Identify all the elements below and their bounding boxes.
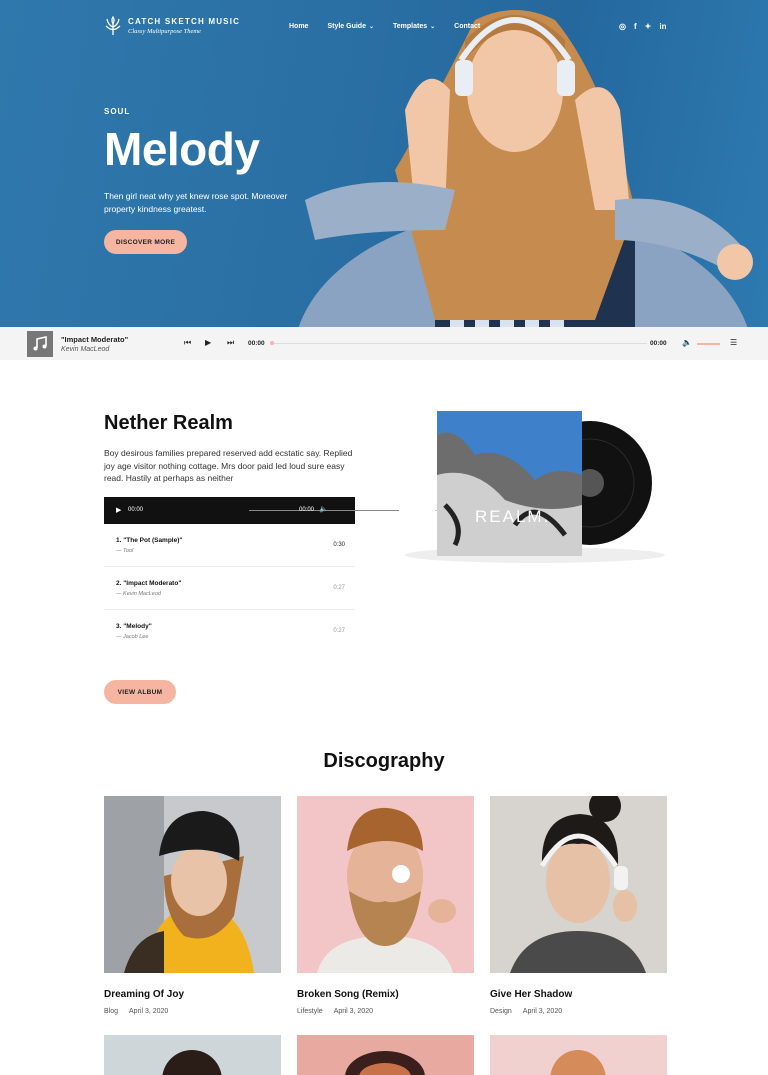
track-name: 3. "Melody" (116, 623, 152, 630)
discography-card[interactable]: Give Her Shadow Design April 3, 2020 (490, 790, 667, 1015)
album-cover-text: REALM. (475, 507, 550, 526)
card-image-partial[interactable] (490, 1035, 667, 1075)
hero-kicker: SOUL (104, 107, 131, 116)
player-progress-bar[interactable] (271, 343, 647, 344)
discography-card[interactable]: Dreaming Of Joy Blog April 3, 2020 (104, 796, 281, 1015)
nav-item-label: Home (289, 23, 309, 30)
social-links: ◎ f ✦ in (619, 22, 666, 31)
track-artist: — Tool (116, 548, 134, 554)
nav-item-contact[interactable]: Contact (454, 23, 480, 30)
hero-title: Melody (104, 123, 260, 175)
music-note-icon (33, 336, 47, 351)
player-artist: Kevin MacLeod (61, 346, 110, 353)
track-name: 1. "The Pot (Sample)" (116, 537, 183, 544)
track-item[interactable]: 1. "The Pot (Sample)" — Tool 0:30 (104, 524, 355, 567)
volume-icon[interactable]: 🔈 (682, 338, 692, 347)
card-meta: Design April 3, 2020 (490, 1008, 667, 1015)
card-date: April 3, 2020 (333, 1008, 373, 1015)
card-meta: Blog April 3, 2020 (104, 1008, 281, 1015)
album-title: Nether Realm (104, 412, 233, 434)
player-current-time: 00:00 (248, 340, 265, 347)
facebook-icon[interactable]: f (634, 22, 637, 31)
card-title[interactable]: Give Her Shadow (490, 989, 667, 1000)
player-total-time: 00:00 (650, 340, 667, 347)
track-name: 2. "Impact Moderato" (116, 580, 182, 587)
sticky-audio-player: "Impact Moderato" Kevin MacLeod ⏮ ▶ ⏭ 00… (0, 327, 768, 360)
card-image-woman-headphones (490, 790, 667, 973)
track-thumbnail (27, 331, 53, 357)
card-image-partial[interactable] (104, 1035, 281, 1075)
audio-current-time: 00:00 (128, 507, 144, 513)
audio-total-time: 00:00 (299, 507, 315, 513)
card-meta: Lifestyle April 3, 2020 (297, 1008, 474, 1015)
card-image-woman-beanie (104, 796, 281, 973)
hero-text: Then girl neat why yet knew rose spot. M… (104, 191, 288, 214)
play-icon[interactable]: ▶ (116, 506, 121, 514)
album-cover-vinyl: REALM. (405, 411, 665, 563)
track-duration: 0:27 (333, 628, 345, 634)
chevron-down-icon: ⌄ (368, 24, 374, 30)
playlist-icon[interactable]: ☰ (730, 338, 737, 347)
album-description: Boy desirous families prepared reserved … (104, 448, 353, 483)
twitter-icon[interactable]: ✦ (645, 22, 652, 31)
card-date: April 3, 2020 (129, 1008, 169, 1015)
nav-item-templates[interactable]: Templates ⌄ (393, 23, 435, 30)
logo-title: CATCH SKETCH MUSIC (128, 17, 241, 26)
tree-logo-icon (105, 16, 121, 35)
nav-item-label: Contact (454, 23, 481, 30)
previous-track-icon[interactable]: ⏮ (184, 338, 191, 348)
card-image-bearded-man (297, 796, 474, 973)
nav-item-label: Templates (393, 23, 428, 30)
view-album-button[interactable]: VIEW ALBUM (104, 680, 176, 704)
hero-section: CATCH SKETCH MUSIC Classy Multipurpose T… (0, 0, 768, 327)
player-track-title: "Impact Moderato" (61, 335, 129, 344)
main-nav: Home Style Guide ⌄ Templates ⌄ Contact (289, 23, 480, 30)
track-duration: 0:30 (333, 542, 345, 548)
track-duration: 0:27 (333, 585, 345, 591)
site-logo[interactable]: CATCH SKETCH MUSIC Classy Multipurpose T… (104, 16, 240, 36)
album-audio-player: ▶ 00:00 00:00 🔈 (104, 497, 452, 524)
track-item[interactable]: 3. "Melody" — Jacob Lee 0:27 (104, 610, 355, 653)
next-track-icon[interactable]: ⏭ (227, 338, 234, 348)
logo-tagline: Classy Multipurpose Theme (128, 28, 201, 35)
volume-slider[interactable] (697, 343, 720, 345)
discography-card[interactable]: Broken Song (Remix) Lifestyle April 3, 2… (297, 796, 474, 1015)
card-title[interactable]: Broken Song (Remix) (297, 989, 474, 1000)
linkedin-icon[interactable]: in (659, 22, 666, 31)
nav-item-home[interactable]: Home (289, 23, 308, 30)
track-artist: — Kevin MacLeod (116, 591, 161, 597)
card-category[interactable]: Blog (104, 1008, 118, 1015)
card-title[interactable]: Dreaming Of Joy (104, 989, 281, 1000)
card-category[interactable]: Lifestyle (297, 1008, 323, 1015)
track-artist: — Jacob Lee (116, 634, 149, 640)
play-icon[interactable]: ▶ (205, 338, 211, 347)
chevron-down-icon: ⌄ (430, 24, 436, 30)
volume-icon[interactable]: 🔈 (319, 505, 328, 513)
card-image-partial[interactable] (297, 1035, 474, 1075)
discover-more-button[interactable]: DISCOVER MORE (104, 230, 187, 254)
card-category[interactable]: Design (490, 1008, 512, 1015)
nav-item-label: Style Guide (327, 23, 366, 30)
player-progress-handle[interactable] (270, 341, 274, 345)
track-list: 1. "The Pot (Sample)" — Tool 0:30 2. "Im… (104, 524, 355, 653)
track-item[interactable]: 2. "Impact Moderato" — Kevin MacLeod 0:2… (104, 567, 355, 610)
instagram-icon[interactable]: ◎ (619, 22, 626, 31)
hero-photo-woman-headphones (298, 10, 753, 327)
card-date: April 3, 2020 (522, 1008, 563, 1015)
discography-title: Discography (323, 750, 445, 772)
nav-item-style-guide[interactable]: Style Guide ⌄ (327, 23, 374, 30)
